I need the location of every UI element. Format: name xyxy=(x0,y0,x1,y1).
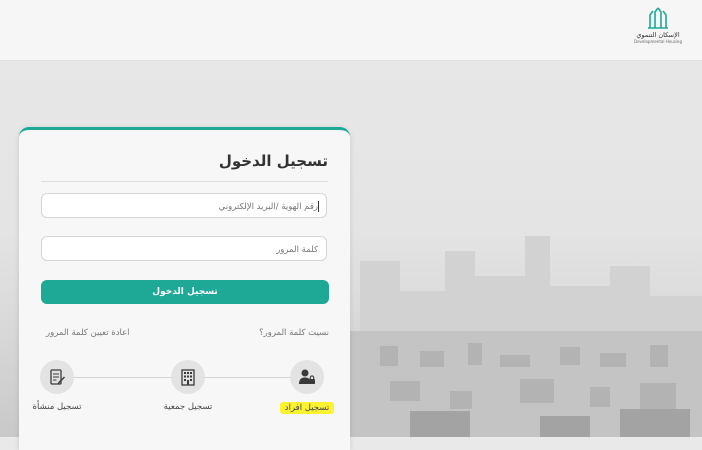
logo-arabic-text: الإسكان التنموي xyxy=(636,31,680,39)
login-button[interactable]: تسجيل الدخول xyxy=(41,280,329,304)
password-field[interactable] xyxy=(41,236,327,262)
top-header: الإسكان التنموي Developmental Housing xyxy=(0,0,702,61)
register-association[interactable]: تسجيل جمعية xyxy=(148,360,228,413)
title-divider xyxy=(41,181,328,182)
document-edit-icon[interactable] xyxy=(40,360,74,394)
id-email-field[interactable] xyxy=(41,193,327,219)
logo-english-text: Developmental Housing xyxy=(633,39,683,44)
login-title: تسجيل الدخول xyxy=(218,152,328,170)
register-facility[interactable]: تسجيل منشأة xyxy=(17,360,97,413)
register-association-label: تسجيل جمعية xyxy=(163,402,213,412)
password-input[interactable] xyxy=(42,238,326,262)
reset-password-link[interactable]: اعادة تعيين كلمة المرور xyxy=(46,328,130,338)
forgot-password-link[interactable]: نسيت كلمة المرور؟ xyxy=(259,328,329,338)
login-card: تسجيل الدخول تسجيل الدخول نسيت كلمة المر… xyxy=(19,127,350,450)
id-email-input[interactable] xyxy=(42,195,326,219)
logo-mark-icon xyxy=(648,7,668,29)
text-caret xyxy=(318,201,319,212)
building-icon[interactable] xyxy=(171,360,205,394)
register-individuals[interactable]: تسجيل افراد xyxy=(267,360,347,414)
register-individuals-label: تسجيل افراد xyxy=(279,402,335,414)
user-lock-icon[interactable] xyxy=(290,360,324,394)
logo[interactable]: الإسكان التنموي Developmental Housing xyxy=(628,6,688,56)
register-facility-label: تسجيل منشأة xyxy=(32,402,82,412)
